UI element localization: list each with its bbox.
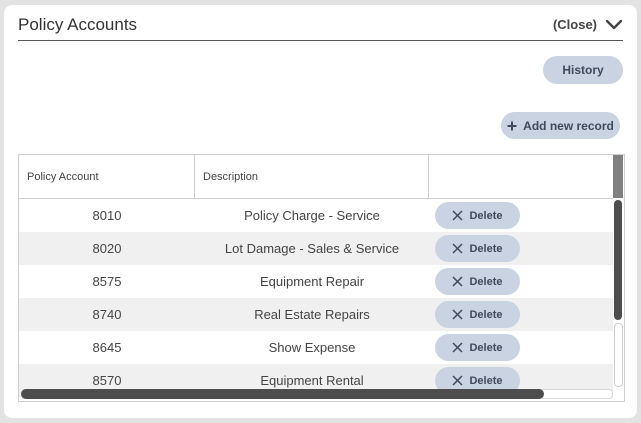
description-cell: Equipment Repair — [259, 274, 365, 289]
delete-label: Delete — [469, 209, 503, 222]
close-toggle[interactable]: (Close) — [553, 17, 623, 32]
actions-cell: Delete — [429, 301, 613, 328]
description-cell: Show Expense — [268, 340, 356, 355]
table-row: 8020 Lot Damage - Sales & Service Delete — [19, 232, 613, 265]
description-cell: Lot Damage - Sales & Service — [224, 241, 400, 256]
column-header-description[interactable]: Description — [195, 155, 429, 198]
delete-button[interactable]: Delete — [435, 235, 520, 262]
column-header-policy-account[interactable]: Policy Account — [19, 155, 195, 198]
add-new-record-button[interactable]: Add new record — [501, 112, 620, 139]
actions-cell: Delete — [429, 268, 613, 295]
policy-account-cell: 8575 — [92, 274, 122, 289]
x-icon — [452, 276, 464, 287]
actions-cell: Delete — [429, 334, 613, 361]
delete-label: Delete — [469, 374, 503, 387]
chevron-down-icon[interactable] — [605, 19, 623, 31]
panel-title: Policy Accounts — [18, 15, 138, 34]
table-row: 8645 Show Expense Delete — [19, 331, 613, 364]
description-cell: Real Estate Repairs — [254, 307, 370, 322]
history-button-label: History — [562, 63, 604, 77]
policy-account-cell: 8740 — [92, 307, 122, 322]
description-cell: Equipment Rental — [260, 373, 364, 388]
table-body: 8010 Policy Charge - Service Delete 8020… — [19, 199, 613, 397]
add-new-record-label: Add new record — [523, 118, 614, 133]
delete-button[interactable]: Delete — [435, 301, 520, 328]
table-row: 8575 Equipment Repair Delete — [19, 265, 613, 298]
horizontal-scrollbar-thumb[interactable] — [21, 389, 544, 399]
x-icon — [452, 342, 464, 353]
policy-account-cell: 8645 — [92, 340, 122, 355]
plus-icon — [507, 121, 517, 130]
vertical-scrollbar-thumb[interactable] — [614, 200, 622, 320]
title-divider — [18, 40, 623, 41]
vertical-scrollbar-header-cap — [613, 155, 623, 198]
close-label[interactable]: (Close) — [553, 17, 597, 32]
policy-accounts-panel: Policy Accounts (Close) History Add new … — [4, 5, 637, 418]
description-cell: Policy Charge - Service — [244, 208, 380, 223]
table-header: Policy Account Description — [19, 155, 613, 199]
policy-accounts-table: Policy Account Description 8010 Policy C… — [18, 154, 625, 402]
delete-label: Delete — [469, 275, 503, 288]
policy-account-cell: 8020 — [92, 241, 122, 256]
delete-label: Delete — [469, 341, 503, 354]
delete-label: Delete — [469, 242, 503, 255]
delete-button[interactable]: Delete — [435, 202, 520, 229]
x-icon — [452, 210, 464, 221]
x-icon — [452, 375, 464, 386]
x-icon — [452, 243, 464, 254]
actions-cell: Delete — [429, 202, 613, 229]
actions-cell: Delete — [429, 235, 613, 262]
history-button[interactable]: History — [543, 56, 623, 84]
delete-label: Delete — [469, 308, 503, 321]
policy-account-cell: 8010 — [92, 208, 122, 223]
vertical-scrollbar-lower-track[interactable] — [614, 323, 623, 387]
table-row: 8740 Real Estate Repairs Delete — [19, 298, 613, 331]
policy-account-cell: 8570 — [92, 373, 122, 388]
table-row: 8010 Policy Charge - Service Delete — [19, 199, 613, 232]
delete-button[interactable]: Delete — [435, 334, 520, 361]
x-icon — [452, 309, 464, 320]
column-header-actions — [429, 155, 613, 198]
delete-button[interactable]: Delete — [435, 268, 520, 295]
